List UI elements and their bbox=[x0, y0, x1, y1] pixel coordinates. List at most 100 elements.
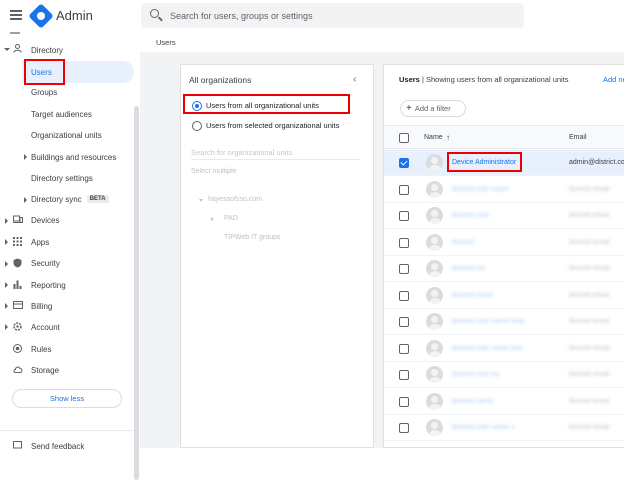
table-row[interactable]: blurred nm blurred email bbox=[384, 256, 624, 282]
avatar bbox=[426, 392, 443, 410]
user-name-link[interactable]: blurred user name bbox=[452, 186, 509, 193]
org-tree-child-tipweb[interactable]: TIPWeb IT groups bbox=[224, 234, 281, 241]
column-name-header[interactable]: Name bbox=[424, 134, 443, 141]
expand-billing-icon[interactable] bbox=[5, 303, 8, 309]
sidebar-item-reporting[interactable]: Reporting bbox=[31, 276, 66, 294]
row-checkbox[interactable] bbox=[399, 423, 409, 433]
user-name-link[interactable]: blurred user name long bbox=[452, 318, 524, 325]
table-row[interactable]: blurred blurred email bbox=[384, 230, 624, 256]
highlight-all-org-units-box bbox=[183, 94, 350, 114]
org-tree-child-expand-icon[interactable] bbox=[211, 217, 214, 221]
org-tree-root[interactable]: hayessofsso.com bbox=[208, 196, 262, 203]
users-panel-heading: Users | Showing users from all organizat… bbox=[399, 75, 569, 84]
user-email: blurred email bbox=[569, 344, 610, 352]
table-row[interactable]: blurred user name one blurred email bbox=[384, 336, 624, 362]
row-checkbox[interactable] bbox=[399, 158, 409, 168]
expand-directory-sync-icon[interactable] bbox=[24, 197, 27, 203]
sort-ascending-icon[interactable]: ↑ bbox=[446, 133, 450, 142]
user-name-link[interactable]: blurred name bbox=[452, 398, 493, 405]
sidebar-scrollbar[interactable] bbox=[134, 106, 139, 480]
expand-directory-icon[interactable] bbox=[4, 48, 10, 51]
row-checkbox[interactable] bbox=[399, 290, 409, 301]
sidebar-item-directory-settings[interactable]: Directory settings bbox=[31, 169, 93, 187]
search-icon bbox=[150, 9, 159, 18]
sidebar-item-security[interactable]: Security bbox=[31, 254, 60, 272]
radio-selected-org-units[interactable] bbox=[192, 121, 202, 131]
org-tree-child-pad[interactable]: PAD bbox=[224, 215, 238, 222]
collapse-panel-chevron-icon[interactable]: ‹ bbox=[353, 74, 356, 85]
show-less-button[interactable]: Show less bbox=[12, 389, 122, 408]
table-row[interactable]: blurred user blurred email bbox=[384, 203, 624, 229]
sidebar-item-groups[interactable]: Groups bbox=[31, 83, 57, 101]
bar-chart-icon bbox=[13, 280, 22, 289]
sidebar-item-directory-sync[interactable]: Directory sync BETA bbox=[31, 190, 109, 208]
sidebar-item-target-audiences[interactable]: Target audiences bbox=[31, 105, 92, 123]
sidebar-top-divider bbox=[10, 32, 20, 34]
beta-badge: BETA bbox=[86, 195, 109, 203]
expand-security-icon[interactable] bbox=[5, 261, 8, 267]
org-unit-search-input[interactable] bbox=[191, 146, 361, 160]
feedback-icon bbox=[13, 441, 22, 450]
row-checkbox[interactable] bbox=[399, 184, 409, 195]
sidebar-item-apps[interactable]: Apps bbox=[31, 233, 49, 251]
sidebar-item-directory[interactable]: Directory bbox=[31, 41, 63, 59]
user-name-link[interactable]: blurred nm bbox=[452, 265, 485, 272]
column-email-header[interactable]: Email bbox=[569, 134, 587, 141]
row-checkbox[interactable] bbox=[399, 343, 409, 354]
row-checkbox[interactable] bbox=[399, 237, 409, 248]
table-row[interactable]: blurred name blurred email bbox=[384, 283, 624, 309]
user-email: blurred email bbox=[569, 185, 610, 193]
add-new-user-link[interactable]: Add ne bbox=[603, 75, 624, 84]
add-filter-label: Add a filter bbox=[414, 104, 451, 113]
sidebar-item-account[interactable]: Account bbox=[31, 318, 60, 336]
avatar bbox=[426, 419, 443, 436]
user-email: blurred email bbox=[569, 265, 610, 272]
user-name-link[interactable]: blurred bbox=[452, 239, 474, 246]
org-panel-title: All organizations bbox=[189, 75, 252, 85]
user-name-link[interactable]: blurred user na bbox=[452, 371, 499, 378]
table-row[interactable]: blurred user name x blurred email bbox=[384, 415, 624, 441]
person-icon bbox=[13, 44, 22, 53]
rules-icon bbox=[13, 344, 22, 353]
search-input[interactable] bbox=[170, 3, 510, 28]
user-email: blurred email bbox=[569, 318, 610, 325]
sidebar-item-buildings[interactable]: Buildings and resources bbox=[31, 148, 116, 166]
org-tree-expand-icon[interactable] bbox=[199, 199, 203, 202]
table-row[interactable]: blurred user name long blurred email bbox=[384, 309, 624, 335]
sidebar-item-devices[interactable]: Devices bbox=[31, 211, 59, 229]
user-name-link[interactable]: blurred user bbox=[452, 212, 489, 219]
search-bar[interactable] bbox=[141, 3, 524, 28]
app-title: Admin bbox=[56, 8, 93, 23]
send-feedback-link[interactable]: Send feedback bbox=[31, 437, 84, 455]
expand-devices-icon[interactable] bbox=[5, 218, 8, 224]
select-all-checkbox[interactable] bbox=[399, 133, 409, 143]
sidebar-item-rules[interactable]: Rules bbox=[31, 340, 51, 358]
row-checkbox[interactable] bbox=[399, 211, 409, 221]
user-name-link[interactable]: blurred user name x bbox=[452, 424, 514, 431]
cloud-icon bbox=[13, 365, 23, 374]
sidebar-item-org-units[interactable]: Organizational units bbox=[31, 126, 102, 144]
expand-reporting-icon[interactable] bbox=[5, 282, 8, 288]
expand-apps-icon[interactable] bbox=[5, 239, 8, 245]
expand-buildings-icon[interactable] bbox=[24, 154, 27, 160]
menu-icon[interactable] bbox=[10, 10, 22, 20]
devices-icon bbox=[13, 215, 23, 224]
select-multiple-link[interactable]: Select multiple bbox=[191, 168, 237, 175]
users-panel: Users | Showing users from all organizat… bbox=[383, 64, 624, 448]
add-filter-button[interactable]: + Add a filter bbox=[400, 100, 466, 117]
row-checkbox[interactable] bbox=[399, 317, 409, 327]
row-checkbox[interactable] bbox=[399, 264, 409, 274]
user-name-link[interactable]: blurred user name one bbox=[452, 345, 522, 352]
user-name-link[interactable]: blurred name bbox=[452, 292, 493, 299]
sidebar-item-billing[interactable]: Billing bbox=[31, 297, 52, 315]
row-checkbox[interactable] bbox=[399, 370, 409, 380]
top-bar: Admin bbox=[0, 0, 624, 32]
expand-account-icon[interactable] bbox=[5, 324, 8, 330]
radio-selected-org-units-label[interactable]: Users from selected organizational units bbox=[206, 121, 339, 130]
table-row[interactable]: blurred user name blurred email bbox=[384, 177, 624, 203]
table-row[interactable]: blurred name blurred email bbox=[384, 389, 624, 415]
sidebar-item-storage[interactable]: Storage bbox=[31, 361, 59, 379]
breadcrumb[interactable]: Users bbox=[156, 38, 176, 47]
table-row[interactable]: blurred user na blurred email bbox=[384, 362, 624, 388]
row-checkbox[interactable] bbox=[399, 396, 409, 407]
